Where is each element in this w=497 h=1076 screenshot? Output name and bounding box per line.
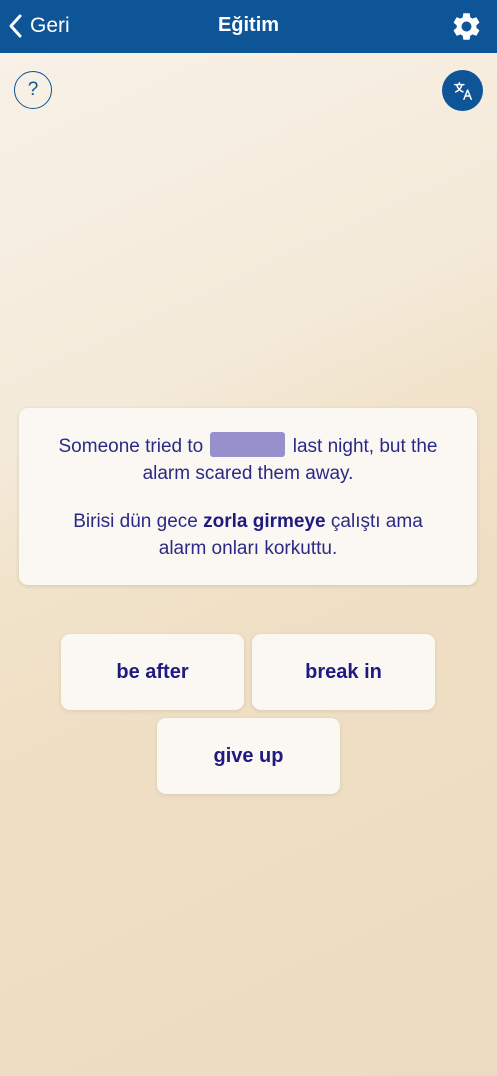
sentence-translation: Birisi dün gece zorla girmeye çalıştı am… (49, 508, 447, 562)
translate-button[interactable] (442, 70, 483, 111)
translation-before: Birisi dün gece (73, 511, 198, 532)
sentence-card: Someone tried to last night, but the ala… (19, 408, 477, 585)
answer-blank (210, 432, 286, 457)
option-button[interactable]: give up (157, 718, 340, 794)
page-title: Eğitim (217, 14, 280, 36)
sentence-before: Someone tried to (58, 436, 204, 457)
translate-icon (453, 81, 472, 100)
option-button[interactable]: be after (61, 634, 244, 710)
help-label: ? (27, 79, 39, 100)
help-button[interactable]: ? (14, 71, 52, 109)
translation-highlight: zorla girmeye (203, 511, 326, 532)
option-button[interactable]: break in (252, 634, 435, 710)
sentence-english: Someone tried to last night, but the ala… (49, 432, 447, 487)
header-bar: Geri Eğitim (0, 0, 497, 53)
gear-icon (453, 13, 480, 40)
settings-button[interactable] (450, 10, 483, 43)
